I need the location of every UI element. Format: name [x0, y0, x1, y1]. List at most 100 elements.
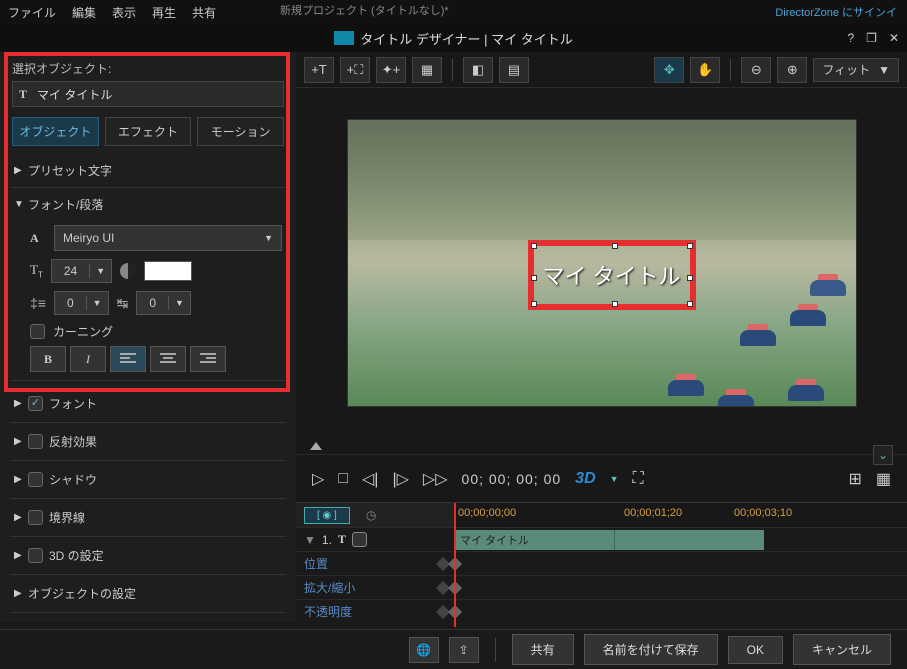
ok-button[interactable]: OK [728, 636, 783, 664]
track-header[interactable]: ▼ 1. T [296, 528, 454, 551]
timeline-ruler[interactable]: 00;00;00;00 00;00;01;20 00;00;03;10 [454, 503, 907, 527]
add-bg-button[interactable]: ▦ [412, 57, 442, 83]
clock-icon[interactable]: ◷ [356, 508, 386, 522]
chevron-down-icon: ▼ [169, 298, 190, 308]
layers-button[interactable]: ▤ [499, 57, 529, 83]
italic-button[interactable]: I [70, 346, 106, 372]
fast-forward-button[interactable]: ▷▷ [423, 469, 448, 489]
section-font-toggle[interactable]: ▶フォント [10, 385, 286, 422]
section-preset[interactable]: ▶ プリセット文字 [10, 154, 286, 187]
char-spacing-combo[interactable]: 0 ▼ [136, 291, 191, 315]
border-checkbox[interactable] [28, 510, 43, 525]
safe-zone-button[interactable]: ⊞ [848, 469, 861, 489]
window-title: タイトル デザイナー | マイ タイトル [360, 29, 573, 48]
tab-object[interactable]: オブジェクト [12, 117, 99, 146]
upload-icon[interactable]: ⇪ [449, 637, 479, 663]
start-marker[interactable] [310, 442, 322, 450]
move-tool-button[interactable]: ✥ [654, 57, 684, 83]
section-border[interactable]: ▶境界線 [10, 499, 286, 536]
zoom-in-button[interactable]: ⊕ [777, 57, 807, 83]
playhead[interactable] [454, 503, 456, 627]
font-size-icon: TT [30, 262, 43, 280]
close-button[interactable]: ✕ [889, 31, 899, 45]
line-spacing-icon: ‡≡ [30, 295, 46, 311]
section-font[interactable]: ▼ フォント/段落 [10, 188, 286, 221]
shadow-checkbox[interactable] [28, 472, 43, 487]
collapse-button[interactable]: ⌄ [873, 445, 893, 465]
next-frame-button[interactable]: |▷ [392, 469, 408, 489]
fullscreen-button[interactable]: ⛶ [633, 470, 644, 488]
font-family-icon: A [30, 231, 48, 246]
kerning-label: カーニング [53, 323, 113, 340]
selected-object-value: マイ タイトル [37, 86, 112, 103]
help-button[interactable]: ? [847, 31, 854, 45]
font-color-chip[interactable] [144, 261, 192, 281]
timecode[interactable]: 00; 00; 00; 00 [462, 471, 562, 487]
section-shadow[interactable]: ▶シャドウ [10, 461, 286, 498]
char-spacing-icon: ↹ [117, 295, 129, 312]
chevron-down-icon: ▼ [14, 199, 28, 210]
font-family-combo[interactable]: Meiryo UI ▼ [54, 225, 282, 251]
chevron-down-icon: ▼ [87, 298, 108, 308]
color-toggle-icon[interactable] [120, 263, 136, 279]
menu-play[interactable]: 再生 [152, 4, 176, 21]
stop-button[interactable]: □ [338, 470, 348, 488]
font-enable-checkbox[interactable] [28, 396, 43, 411]
cancel-button[interactable]: キャンセル [793, 634, 891, 665]
scale-track-label[interactable]: 拡大/縮小 [296, 576, 454, 599]
menu-share[interactable]: 共有 [192, 4, 216, 21]
grid-button[interactable]: ▦ [876, 469, 891, 489]
menubar: ファイル 編集 表示 再生 共有 新規プロジェクト (タイトルなし)* Dire… [0, 0, 907, 24]
gradient-button[interactable]: ◧ [463, 57, 493, 83]
add-image-button[interactable]: +⛶ [340, 57, 370, 83]
add-text-button[interactable]: +T [304, 57, 334, 83]
globe-icon[interactable]: 🌐 [409, 637, 439, 663]
3d-toggle[interactable]: 3D [575, 470, 595, 488]
app-icon [334, 31, 354, 45]
prev-frame-button[interactable]: ◁| [362, 469, 378, 489]
right-panel: +T +⛶ ✦+ ▦ ◧ ▤ ✥ ✋ ⊖ ⊕ フィット▼ [296, 52, 907, 622]
section-object-settings[interactable]: ▶オブジェクトの設定 [10, 575, 286, 612]
timeline-clip[interactable]: マイ タイトル [454, 530, 764, 550]
align-center-button[interactable] [150, 346, 186, 372]
title-text[interactable]: マイ タイトル [542, 259, 680, 291]
text-icon: T [19, 87, 37, 102]
hand-tool-button[interactable]: ✋ [690, 57, 720, 83]
reflection-checkbox[interactable] [28, 434, 43, 449]
save-as-button[interactable]: 名前を付けて保存 [584, 634, 718, 665]
timeline: [ ◉ ] ◷ 00;00;00;00 00;00;01;20 00;00;03… [296, 502, 907, 622]
directorzone-link[interactable]: DirectorZone にサインイ [775, 4, 897, 20]
bold-button[interactable]: B [30, 346, 66, 372]
menu-file[interactable]: ファイル [8, 4, 56, 21]
title-selection[interactable]: マイ タイトル [528, 240, 696, 310]
visibility-toggle[interactable]: [ ◉ ] [304, 507, 350, 524]
menu-view[interactable]: 表示 [112, 4, 136, 21]
add-particle-button[interactable]: ✦+ [376, 57, 406, 83]
play-button[interactable]: ▷ [312, 469, 324, 489]
transport-controls: ⌄ ▷ □ ◁| |▷ ▷▷ 00; 00; 00; 00 3D ▼ ⛶ ⊞ ▦ [296, 454, 907, 502]
tab-motion[interactable]: モーション [197, 117, 284, 146]
restore-button[interactable]: ❐ [866, 31, 877, 45]
align-right-button[interactable] [190, 346, 226, 372]
zoom-fit-combo[interactable]: フィット▼ [813, 58, 899, 82]
3d-checkbox[interactable] [28, 548, 43, 563]
left-panel: 選択オブジェクト: T マイ タイトル オブジェクト エフェクト モーション ▶… [0, 52, 296, 622]
section-reflection[interactable]: ▶反射効果 [10, 423, 286, 460]
toolbar: +T +⛶ ✦+ ▦ ◧ ▤ ✥ ✋ ⊖ ⊕ フィット▼ [296, 52, 907, 88]
menu-edit[interactable]: 編集 [72, 4, 96, 21]
opacity-track-label[interactable]: 不透明度 [296, 600, 454, 623]
kerning-checkbox[interactable] [30, 324, 45, 339]
font-size-combo[interactable]: 24 ▼ [51, 259, 112, 283]
chevron-down-icon: ▼ [90, 266, 111, 276]
tab-effect[interactable]: エフェクト [105, 117, 192, 146]
titlebar: タイトル デザイナー | マイ タイトル ? ❐ ✕ [0, 24, 907, 52]
align-left-button[interactable] [110, 346, 146, 372]
section-3d[interactable]: ▶3D の設定 [10, 537, 286, 574]
line-spacing-combo[interactable]: 0 ▼ [54, 291, 109, 315]
preview-canvas[interactable]: マイ タイトル [296, 88, 907, 438]
share-button[interactable]: 共有 [512, 634, 574, 665]
zoom-out-button[interactable]: ⊖ [741, 57, 771, 83]
selected-object-field[interactable]: T マイ タイトル [12, 81, 284, 107]
position-track-label[interactable]: 位置 [296, 552, 454, 575]
track-checkbox[interactable] [352, 532, 367, 547]
